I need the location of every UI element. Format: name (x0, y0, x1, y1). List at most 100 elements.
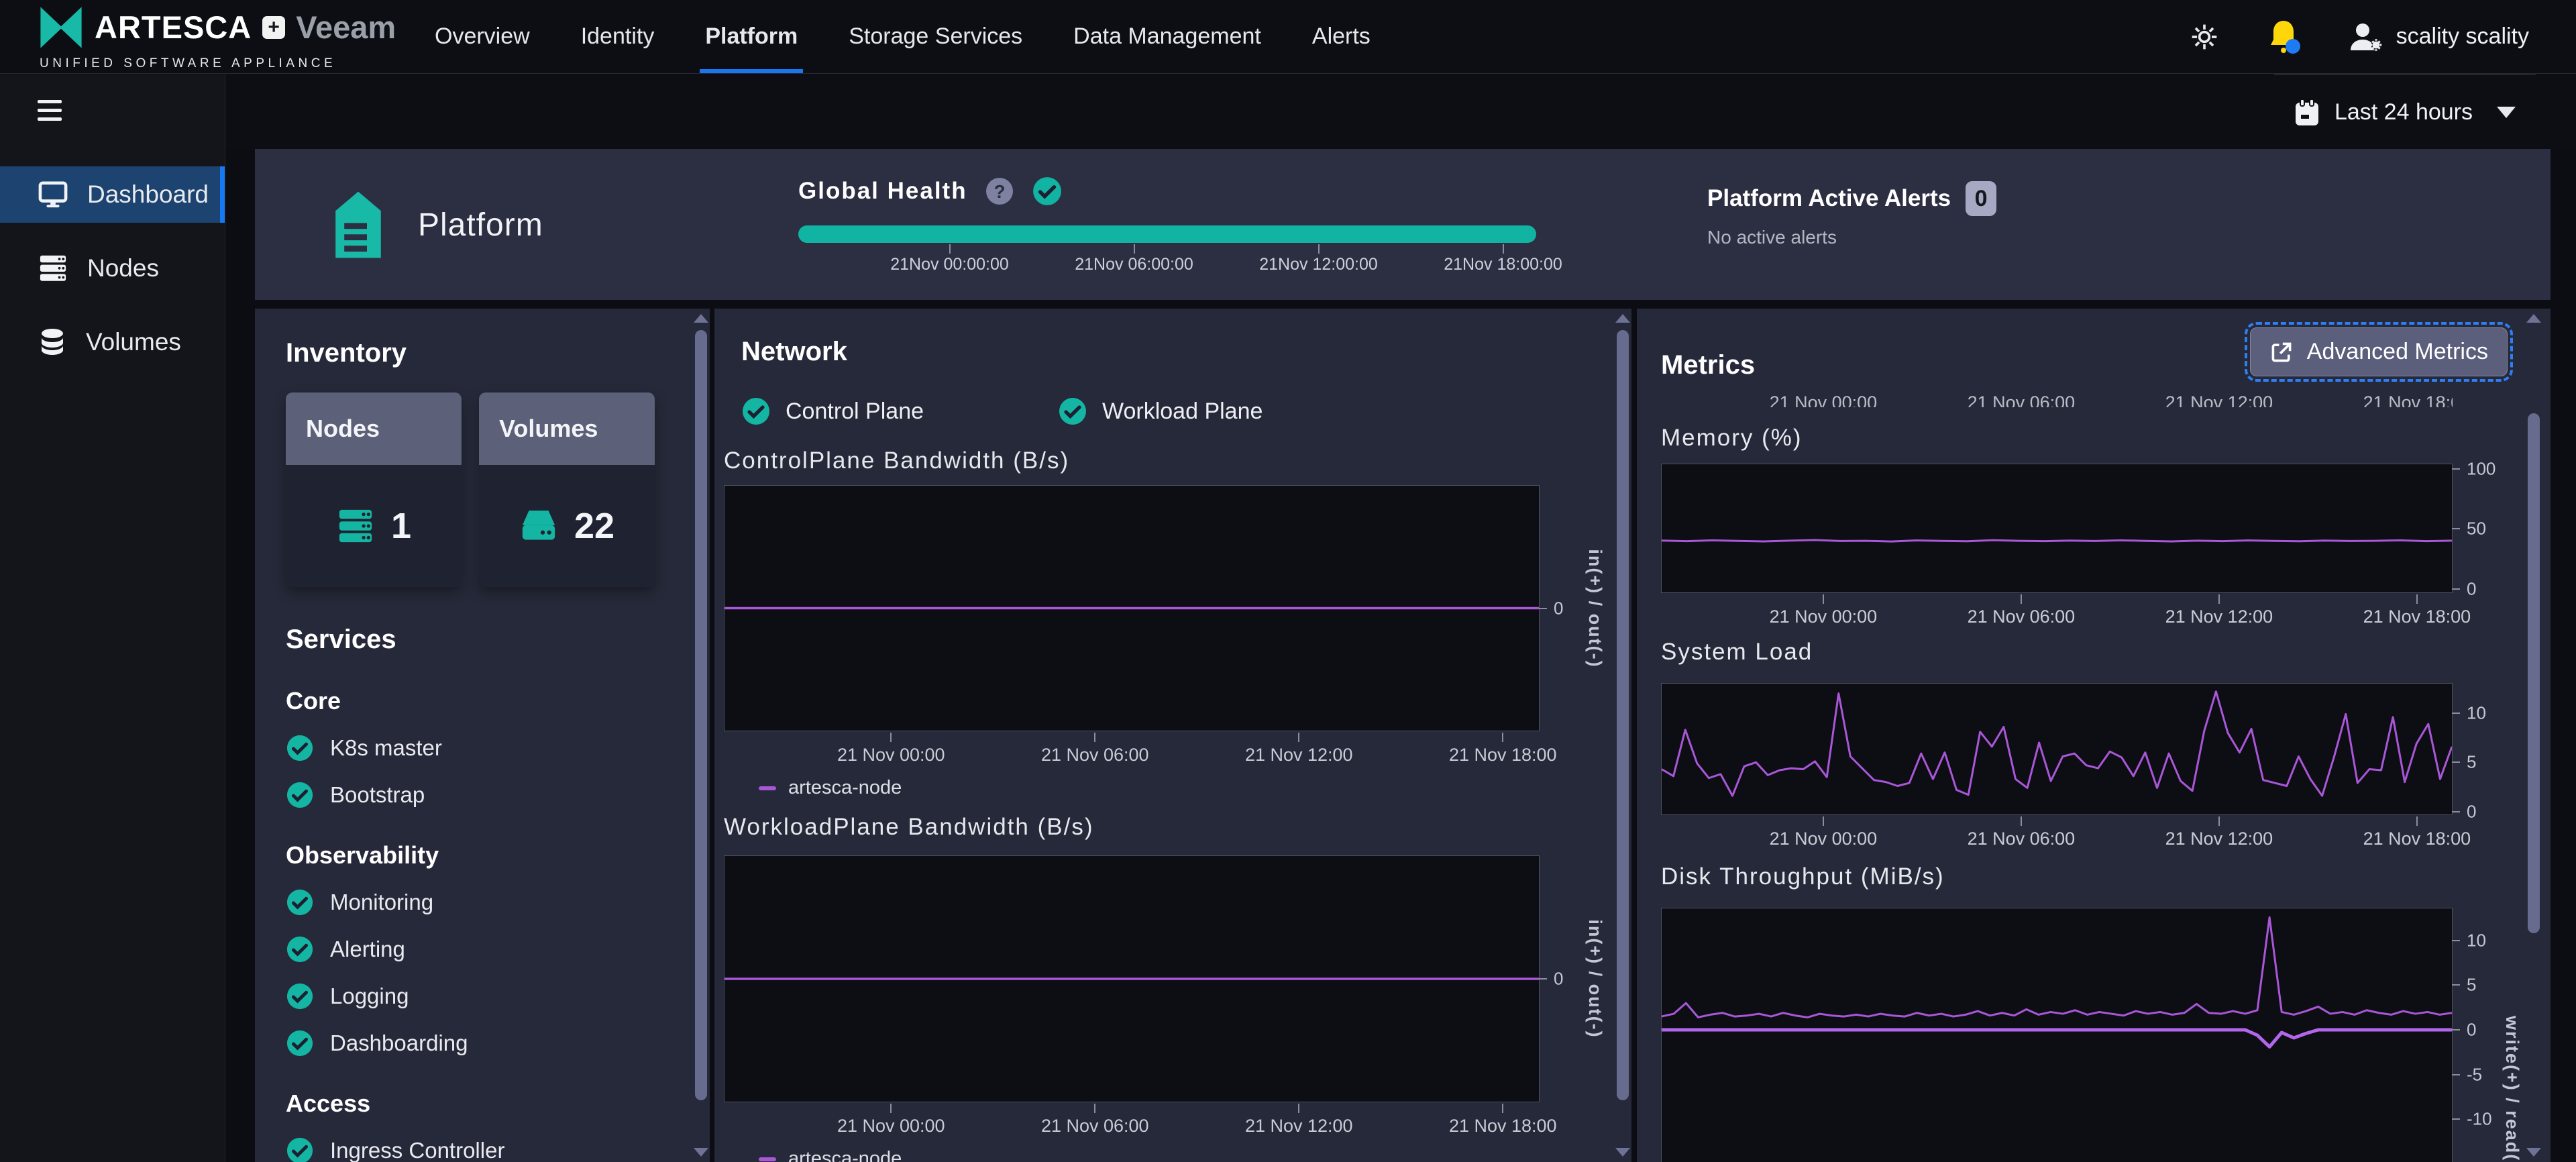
y-tick-mark (2452, 811, 2460, 812)
y-tick-label: 5 (2467, 752, 2476, 773)
chart-canvas (1662, 464, 2452, 592)
sidebar-item-volumes[interactable]: Volumes (0, 314, 225, 370)
tab-overview[interactable]: Overview (409, 0, 555, 73)
y-tick-label: 0 (1554, 598, 1563, 619)
inventory-scrollbar[interactable] (695, 313, 707, 1158)
disk-throughput-chart[interactable]: write(+) / read(-) 1050-5-10 (1661, 908, 2453, 1162)
health-ok-check-icon (1032, 176, 1063, 207)
x-tick-label: 21 Nov 12:00 (1245, 745, 1353, 765)
legend-series-name: artesca-node (788, 1148, 902, 1162)
series-read (1662, 1030, 2452, 1047)
x-tick-mark (1502, 1104, 1503, 1113)
settings-button[interactable] (2190, 22, 2219, 52)
controlplane-y-axis-label: in(+) / out(-) (1585, 549, 1605, 668)
sidebar-toggle-button[interactable] (38, 100, 62, 126)
sidebar-item-label: Dashboard (87, 180, 209, 209)
disk-y-axis-label: write(+) / read(-) (2502, 1016, 2522, 1162)
volumes-card-header: Volumes (479, 392, 655, 465)
sidebar-item-nodes[interactable]: Nodes (0, 240, 225, 297)
scroll-up-arrow[interactable] (1615, 314, 1630, 323)
x-tick-label: 21 Nov 12:00 (2165, 606, 2273, 627)
inventory-card-volumes[interactable]: Volumes 22 (479, 392, 655, 587)
sidebar-item-dashboard[interactable]: Dashboard (0, 166, 225, 223)
memory-chart[interactable]: 100500 (1661, 464, 2453, 593)
scroll-down-arrow[interactable] (694, 1148, 708, 1157)
workloadplane-chart-title: WorkloadPlane Bandwidth (B/s) (724, 814, 1631, 841)
x-tick-mark (2416, 594, 2418, 604)
y-tick-mark (1539, 978, 1547, 980)
service-item-bootstrap: Bootstrap (286, 781, 679, 809)
artesca-butterfly-icon (37, 3, 85, 52)
brand-tagline: UNIFIED SOFTWARE APPLIANCE (40, 56, 336, 71)
active-alerts-label: Platform Active Alerts (1707, 185, 1951, 212)
service-item-dashboarding: Dashboarding (286, 1029, 679, 1057)
network-scrollbar[interactable] (1617, 313, 1629, 1158)
nodes-teal-icon (336, 507, 375, 545)
svg-text:?: ? (994, 181, 1005, 202)
system-load-chart[interactable]: 1050 (1661, 683, 2453, 815)
service-item-logging: Logging (286, 982, 679, 1010)
brand-partner-name: Veeam (296, 9, 396, 46)
y-tick-mark (2452, 1118, 2460, 1120)
metrics-title: Metrics (1661, 350, 1755, 380)
x-tick-mark (1094, 733, 1095, 742)
scroll-up-arrow[interactable] (694, 314, 708, 323)
y-tick-label: 5 (2467, 975, 2476, 996)
tab-identity[interactable]: Identity (555, 0, 680, 73)
check-circle-icon (741, 397, 771, 426)
sysload-x-axis: 21 Nov 00:0021 Nov 06:0021 Nov 12:0021 N… (1661, 815, 2453, 849)
scrollbar-thumb[interactable] (695, 330, 707, 1100)
x-tick-label: 21 Nov 18:00 (2363, 829, 2471, 849)
health-tick-mark (1503, 244, 1504, 254)
brand-logo: ARTESCA + Veeam UNIFIED SOFTWARE APPLIAN… (37, 3, 359, 71)
scroll-up-arrow[interactable] (2526, 314, 2541, 323)
database-icon (38, 327, 67, 357)
volumes-count: 22 (574, 505, 614, 547)
controlplane-bandwidth-chart[interactable]: in(+) / out(-) 0 (724, 485, 1540, 731)
sidebar-item-label: Volumes (86, 328, 181, 356)
inventory-card-nodes[interactable]: Nodes 1 (286, 392, 462, 587)
tab-data-management[interactable]: Data Management (1048, 0, 1287, 73)
health-tick-mark (1318, 244, 1320, 254)
controlplane-chart-title: ControlPlane Bandwidth (B/s) (724, 447, 1631, 474)
workloadplane-x-axis: 21 Nov 00:0021 Nov 06:0021 Nov 12:0021 N… (724, 1102, 1540, 1136)
x-tick-label: 21 Nov 06:00 (1041, 745, 1149, 765)
scroll-down-arrow[interactable] (2526, 1148, 2541, 1157)
page-title: Platform (418, 207, 543, 244)
y-tick-label: 0 (1554, 969, 1563, 990)
metrics-scrollbar[interactable] (2528, 313, 2540, 1158)
workloadplane-bandwidth-chart[interactable]: in(+) / out(-) 0 (724, 855, 1540, 1102)
workloadplane-legend[interactable]: artesca-node (759, 1148, 1631, 1162)
scrollbar-thumb[interactable] (2528, 413, 2540, 933)
advanced-metrics-label: Advanced Metrics (2307, 339, 2488, 365)
chart-canvas (1662, 684, 2452, 814)
x-tick-mark (2416, 816, 2418, 826)
global-health-bar[interactable] (798, 225, 1536, 243)
platform-active-alerts: Platform Active Alerts 0 No active alert… (1707, 181, 1996, 248)
scroll-down-arrow[interactable] (1615, 1148, 1630, 1157)
check-circle-icon (286, 888, 314, 916)
advanced-metrics-button[interactable]: Advanced Metrics (2250, 327, 2508, 376)
inventory-title: Inventory (286, 338, 679, 368)
time-range-selector[interactable]: Last 24 hours (2274, 74, 2536, 150)
tab-platform[interactable]: Platform (680, 0, 823, 73)
nodes-count: 1 (391, 505, 411, 547)
workload-plane-status: Workload Plane (1058, 397, 1263, 426)
check-circle-icon (286, 734, 314, 762)
user-name: scality scality (2396, 23, 2529, 50)
tab-storage-services[interactable]: Storage Services (823, 0, 1048, 73)
help-icon[interactable]: ? (985, 176, 1014, 206)
scrollbar-thumb[interactable] (1617, 330, 1629, 1100)
bell-icon (2266, 18, 2301, 56)
x-tick-label: 21 Nov 18:00 (2363, 392, 2453, 407)
series-artesca-node (1662, 540, 2452, 541)
notifications-button[interactable] (2266, 18, 2301, 56)
service-group-title: Core (286, 687, 679, 715)
tab-alerts[interactable]: Alerts (1287, 0, 1396, 73)
user-menu[interactable]: scality scality (2348, 21, 2529, 53)
series-artesca-node (1662, 692, 2452, 796)
x-tick-label: 21 Nov 06:00 (1968, 606, 2076, 627)
network-title: Network (741, 337, 1631, 367)
x-tick-mark (890, 733, 892, 742)
controlplane-legend[interactable]: artesca-node (759, 777, 1631, 799)
